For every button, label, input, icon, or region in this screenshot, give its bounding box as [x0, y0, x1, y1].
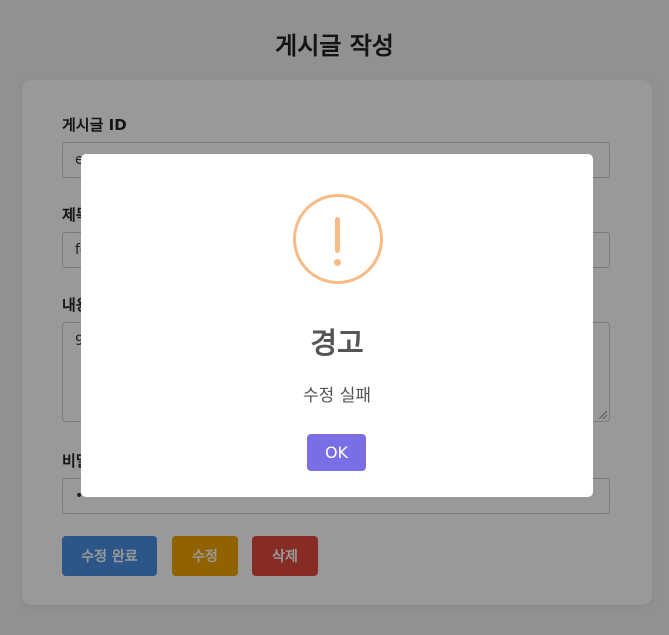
- warning-dot: [334, 259, 341, 266]
- ok-button[interactable]: OK: [307, 434, 366, 471]
- alert-message: 수정 실패: [303, 386, 371, 406]
- warning-bar: [335, 217, 340, 253]
- warning-exclamation-icon: [293, 194, 383, 284]
- alert-title: 경고: [310, 326, 364, 360]
- alert-dialog: 경고 수정 실패 OK: [81, 154, 593, 497]
